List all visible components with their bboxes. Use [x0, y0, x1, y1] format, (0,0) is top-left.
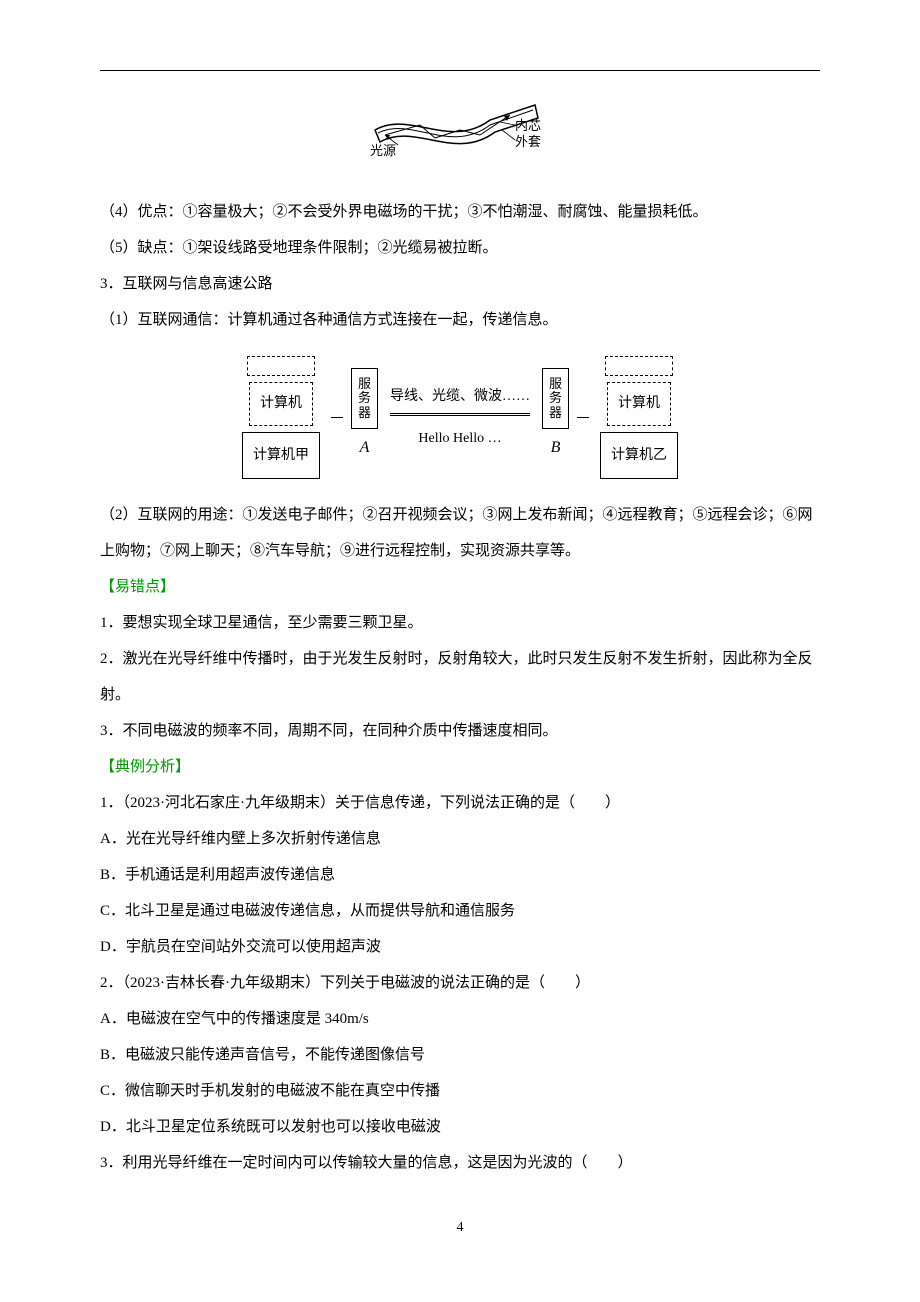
question-1-option-a: A．光在光导纤维内壁上多次折射传递信息: [100, 821, 820, 857]
server-a-char1: 服: [358, 377, 371, 391]
server-b-char2: 务: [549, 391, 562, 405]
dashed-placeholder-left-top: [247, 356, 315, 376]
heading-internet: 3．互联网与信息高速公路: [100, 266, 820, 302]
fiber-label-left: 光源: [370, 143, 396, 158]
connector-line: [331, 417, 343, 418]
question-1: 1．（2023·河北石家庄·九年级期末）关于信息传递，下列说法正确的是（ ）: [100, 785, 820, 821]
error-point-3: 3．不同电磁波的频率不同，周期不同，在同种介质中传播速度相同。: [100, 713, 820, 749]
label-a: A: [360, 429, 370, 467]
question-2-option-b: B．电磁波只能传递声音信号，不能传递图像信号: [100, 1037, 820, 1073]
question-2-option-a: A．电磁波在空气中的传播速度是 340m/s: [100, 1001, 820, 1037]
optical-fiber-svg: 光源 内芯 外套: [360, 90, 560, 170]
para-disadvantages: （5）缺点：①架设线路受地理条件限制；②光缆易被拉断。: [100, 230, 820, 266]
box-computer-right: 计算机: [607, 382, 671, 426]
connector-line-right: [577, 417, 589, 418]
error-point-2: 2．激光在光导纤维中传播时，由于光发生反射时，反射角较大，此时只发生反射不发生折…: [100, 641, 820, 713]
section-heading-examples: 【典例分析】: [100, 749, 820, 785]
box-server-a: 服 务 器: [351, 368, 378, 429]
question-1-option-b: B．手机通话是利用超声波传递信息: [100, 857, 820, 893]
para-internet-comm: （1）互联网通信：计算机通过各种通信方式连接在一起，传递信息。: [100, 302, 820, 338]
box-computer-left: 计算机: [249, 382, 313, 426]
question-2-option-c: C．微信聊天时手机发射的电磁波不能在真空中传播: [100, 1073, 820, 1109]
server-b-char3: 器: [549, 406, 562, 420]
server-a-char3: 器: [358, 406, 371, 420]
error-point-1: 1．要想实现全球卫星通信，至少需要三颗卫星。: [100, 605, 820, 641]
para-internet-uses: （2）互联网的用途：①发送电子邮件；②召开视频会议；③网上发布新闻；④远程教育；…: [100, 497, 820, 569]
question-2-option-d: D．北斗卫星定位系统既可以发射也可以接收电磁波: [100, 1109, 820, 1145]
box-computer-yi: 计算机乙: [600, 432, 678, 480]
box-computer-jia: 计算机甲: [242, 432, 320, 480]
server-a-char2: 务: [358, 391, 371, 405]
question-3: 3．利用光导纤维在一定时间内可以传输较大量的信息，这是因为光波的（ ）: [100, 1145, 820, 1181]
server-b-char1: 服: [549, 377, 562, 391]
dashed-placeholder-right-top: [605, 356, 673, 376]
question-1-option-d: D．宇航员在空间站外交流可以使用超声波: [100, 929, 820, 965]
box-server-b: 服 务 器: [542, 368, 569, 429]
label-hello: Hello Hello …: [414, 422, 505, 456]
fiber-label-outer: 外套: [515, 134, 541, 149]
figure-optical-fiber: 光源 内芯 外套: [100, 90, 820, 184]
double-line-connector: [390, 413, 530, 416]
para-advantages: （4）优点：①容量极大；②不会受外界电磁场的干扰；③不怕潮湿、耐腐蚀、能量损耗低…: [100, 194, 820, 230]
section-heading-errors: 【易错点】: [100, 569, 820, 605]
label-b: B: [551, 429, 561, 467]
figure-network-diagram: 计算机 计算机甲 服 务 器 A 导线、光缆、微波…… Hello Hello …: [100, 348, 820, 487]
question-1-option-c: C．北斗卫星是通过电磁波传递信息，从而提供导航和通信服务: [100, 893, 820, 929]
fiber-label-inner: 内芯: [515, 118, 541, 133]
question-2: 2．（2023·吉林长春·九年级期末）下列关于电磁波的说法正确的是（ ）: [100, 965, 820, 1001]
header-rule: [100, 70, 820, 71]
label-medium: 导线、光缆、微波……: [386, 380, 534, 414]
page-number: 4: [100, 1211, 820, 1245]
